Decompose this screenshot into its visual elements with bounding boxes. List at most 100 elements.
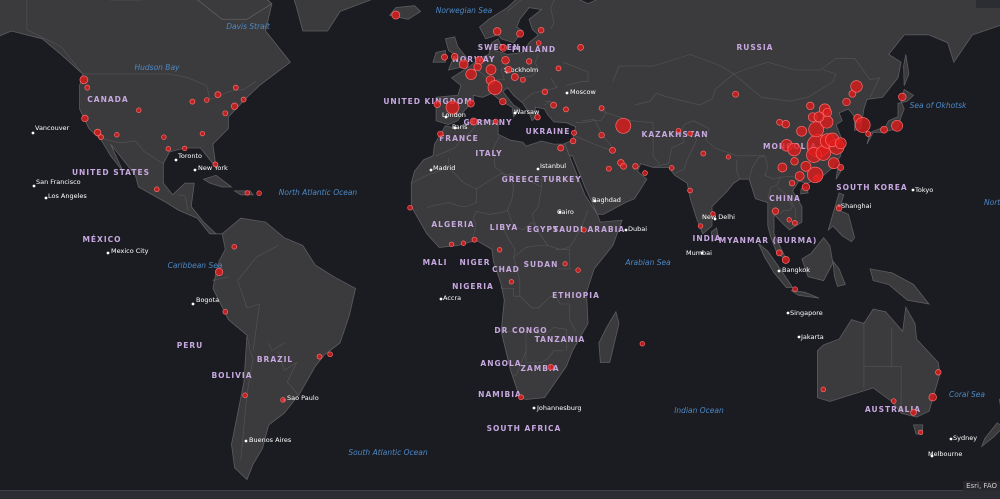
case-marker-104[interactable] bbox=[834, 137, 847, 150]
case-marker-106[interactable] bbox=[800, 160, 812, 172]
case-marker-32[interactable] bbox=[441, 53, 448, 61]
case-marker-47[interactable] bbox=[516, 29, 524, 38]
case-marker-81[interactable] bbox=[791, 220, 798, 226]
case-marker-56[interactable] bbox=[577, 44, 584, 51]
case-marker-61[interactable] bbox=[569, 137, 577, 145]
case-marker-18[interactable] bbox=[182, 145, 188, 152]
case-marker-10[interactable] bbox=[204, 97, 210, 103]
case-marker-138[interactable] bbox=[437, 130, 444, 138]
case-marker-14[interactable] bbox=[240, 96, 247, 103]
case-marker-55[interactable] bbox=[555, 65, 562, 72]
case-marker-78[interactable] bbox=[725, 154, 731, 160]
case-marker-48[interactable] bbox=[499, 43, 507, 52]
case-marker-60[interactable] bbox=[557, 144, 565, 152]
case-marker-116[interactable] bbox=[850, 80, 863, 93]
case-marker-72[interactable] bbox=[687, 130, 694, 137]
case-marker-73[interactable] bbox=[668, 165, 675, 171]
case-marker-103[interactable] bbox=[822, 107, 832, 118]
case-marker-50[interactable] bbox=[535, 40, 542, 46]
case-marker-118[interactable] bbox=[776, 118, 783, 126]
map-canvas[interactable]: Davis Strait Norwegian Sea Hudson Bay No… bbox=[0, 0, 1000, 499]
case-marker-142[interactable] bbox=[575, 267, 581, 273]
case-marker-52[interactable] bbox=[520, 76, 526, 83]
case-marker-31[interactable] bbox=[451, 53, 459, 61]
case-marker-107[interactable] bbox=[790, 157, 799, 166]
case-marker-145[interactable] bbox=[547, 364, 554, 371]
case-marker-23[interactable] bbox=[316, 353, 323, 360]
case-marker-133[interactable] bbox=[471, 236, 478, 243]
case-marker-65[interactable] bbox=[609, 146, 616, 154]
case-marker-1[interactable] bbox=[81, 114, 89, 123]
case-marker-85[interactable] bbox=[792, 286, 798, 292]
case-marker-8[interactable] bbox=[165, 146, 171, 152]
case-marker-126[interactable] bbox=[928, 393, 937, 402]
case-marker-3[interactable] bbox=[98, 134, 104, 140]
case-marker-63[interactable] bbox=[598, 131, 605, 139]
case-marker-36[interactable] bbox=[485, 64, 497, 75]
case-marker-46[interactable] bbox=[493, 27, 502, 36]
map-attribution[interactable]: Esri, FAO bbox=[963, 481, 1000, 491]
case-marker-51[interactable] bbox=[525, 58, 533, 65]
case-marker-121[interactable] bbox=[854, 117, 871, 133]
case-marker-127[interactable] bbox=[910, 409, 917, 416]
case-marker-110[interactable] bbox=[801, 182, 811, 192]
case-marker-131[interactable] bbox=[918, 429, 924, 435]
case-marker-24[interactable] bbox=[327, 351, 333, 358]
case-marker-77[interactable] bbox=[710, 211, 716, 217]
case-marker-139[interactable] bbox=[492, 118, 499, 125]
case-marker-33[interactable] bbox=[465, 68, 477, 80]
case-marker-136[interactable] bbox=[448, 241, 455, 247]
case-marker-71[interactable] bbox=[675, 127, 682, 134]
case-marker-11[interactable] bbox=[214, 91, 222, 98]
case-marker-26[interactable] bbox=[242, 392, 248, 399]
case-marker-28[interactable] bbox=[244, 190, 250, 196]
case-marker-59[interactable] bbox=[598, 105, 605, 112]
case-marker-134[interactable] bbox=[460, 240, 467, 246]
case-marker-75[interactable] bbox=[687, 187, 693, 194]
case-marker-17[interactable] bbox=[199, 130, 206, 137]
case-marker-29[interactable] bbox=[391, 10, 401, 20]
case-marker-57[interactable] bbox=[550, 101, 557, 109]
case-marker-67[interactable] bbox=[620, 162, 627, 170]
case-marker-105[interactable] bbox=[827, 157, 840, 170]
case-marker-15[interactable] bbox=[222, 110, 229, 117]
case-marker-69[interactable] bbox=[605, 165, 612, 172]
case-marker-140[interactable] bbox=[496, 247, 503, 253]
case-marker-44[interactable] bbox=[433, 100, 441, 108]
world-map[interactable]: Davis Strait Norwegian Sea Hudson Bay No… bbox=[0, 0, 1000, 499]
case-marker-76[interactable] bbox=[697, 223, 704, 229]
case-marker-53[interactable] bbox=[541, 88, 549, 95]
case-marker-82[interactable] bbox=[786, 217, 792, 223]
case-marker-100[interactable] bbox=[796, 125, 807, 137]
case-marker-125[interactable] bbox=[865, 131, 872, 137]
case-marker-141[interactable] bbox=[508, 279, 515, 285]
case-marker-109[interactable] bbox=[794, 171, 805, 181]
case-marker-70[interactable] bbox=[642, 170, 648, 176]
case-marker-30[interactable] bbox=[458, 59, 469, 70]
case-marker-22[interactable] bbox=[222, 309, 229, 315]
case-marker-49[interactable] bbox=[538, 27, 545, 34]
case-marker-62[interactable] bbox=[571, 129, 577, 136]
case-marker-144[interactable] bbox=[562, 261, 568, 267]
case-marker-45[interactable] bbox=[466, 99, 475, 108]
case-marker-16[interactable] bbox=[212, 161, 219, 168]
case-marker-146[interactable] bbox=[518, 394, 524, 401]
case-marker-4[interactable] bbox=[84, 84, 91, 91]
case-marker-119[interactable] bbox=[732, 90, 739, 98]
case-marker-12[interactable] bbox=[232, 84, 239, 91]
case-marker-19[interactable] bbox=[154, 186, 160, 193]
case-marker-27[interactable] bbox=[256, 190, 262, 196]
case-marker-84[interactable] bbox=[781, 256, 790, 264]
case-marker-86[interactable] bbox=[835, 204, 843, 212]
case-marker-9[interactable] bbox=[189, 98, 196, 105]
case-marker-58[interactable] bbox=[563, 106, 569, 113]
case-marker-135[interactable] bbox=[407, 204, 413, 211]
case-marker-6[interactable] bbox=[136, 107, 142, 113]
case-marker-21[interactable] bbox=[215, 267, 224, 277]
case-marker-124[interactable] bbox=[898, 92, 907, 102]
case-marker-117[interactable] bbox=[781, 120, 790, 129]
case-marker-143[interactable] bbox=[581, 227, 587, 233]
case-marker-37[interactable] bbox=[501, 56, 510, 65]
case-marker-130[interactable] bbox=[820, 386, 827, 393]
case-marker-64[interactable] bbox=[615, 117, 632, 134]
